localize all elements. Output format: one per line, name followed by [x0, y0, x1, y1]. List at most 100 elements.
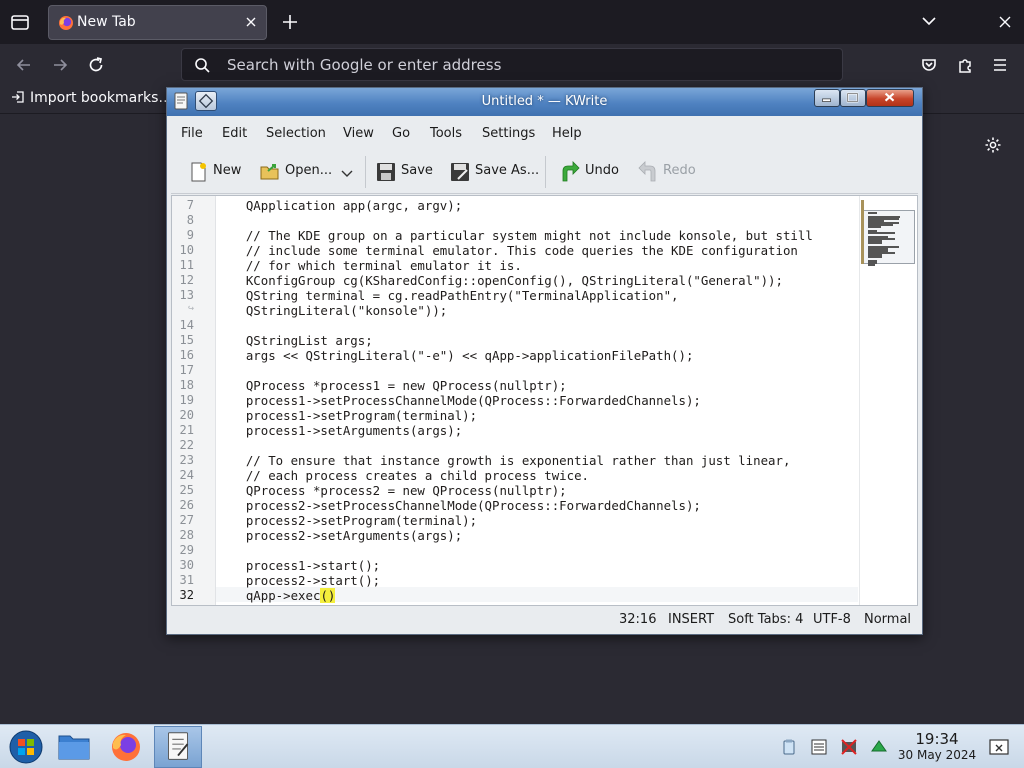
save-as-button[interactable]: Save As...: [449, 159, 539, 185]
current-code-line[interactable]: qApp->exec(): [216, 588, 336, 603]
menu-file[interactable]: File: [181, 126, 203, 141]
open-button[interactable]: Open...: [259, 159, 333, 185]
code-editor[interactable]: 7 8 9 10 11 12 13 ↪ 14 15 16 17 18 19 20 21 22 23 24 25 26 27…: [171, 195, 918, 606]
kwrite-icon: [168, 732, 189, 760]
code-line[interactable]: QStringList args;: [216, 333, 373, 348]
reload-icon[interactable]: [86, 55, 106, 75]
notes-tray-icon[interactable]: [810, 738, 828, 756]
toolbar-separator: [365, 156, 366, 188]
menu-selection[interactable]: Selection: [266, 126, 326, 141]
minimap-line: [868, 232, 895, 234]
clock-time[interactable]: 19:34: [898, 730, 976, 748]
indentation-setting[interactable]: Soft Tabs: 4: [728, 612, 803, 627]
clock-date[interactable]: 30 May 2024: [893, 748, 981, 762]
code-line[interactable]: // The KDE group on a particular system …: [216, 228, 813, 243]
show-desktop-icon[interactable]: [988, 736, 1010, 758]
code-line[interactable]: KConfigGroup cg(KSharedConfig::openConfi…: [216, 273, 783, 288]
code-line[interactable]: // each process creates a child process …: [216, 468, 589, 483]
list-all-tabs-chevron-icon[interactable]: [920, 14, 938, 28]
menu-settings[interactable]: Settings: [482, 126, 535, 141]
taskbar-kwrite[interactable]: [154, 726, 202, 768]
save-disk-icon: [377, 163, 395, 181]
updates-arrow-icon[interactable]: [870, 738, 888, 756]
undo-button[interactable]: Undo: [559, 159, 621, 185]
save-as-icon: [451, 163, 469, 181]
forward-arrow-icon[interactable]: [50, 55, 70, 75]
menu-edit[interactable]: Edit: [222, 126, 247, 141]
undo-arrow-icon: [562, 161, 580, 182]
status-bar: 32:16 INSERT Soft Tabs: 4 UTF-8 Normal: [171, 608, 918, 632]
code-line[interactable]: process2->setProcessChannelMode(QProcess…: [216, 498, 701, 513]
code-line[interactable]: QString terminal = cg.readPathEntry("Ter…: [216, 288, 679, 303]
tab-new-tab[interactable]: New Tab: [48, 5, 267, 40]
extensions-puzzle-icon[interactable]: [955, 55, 975, 75]
code-line[interactable]: process2->setArguments(args);: [216, 528, 462, 543]
code-line[interactable]: process1->start();: [216, 558, 380, 573]
minimap-scrollbar[interactable]: [859, 196, 917, 605]
new-tab-plus-icon[interactable]: [280, 12, 300, 32]
code-line[interactable]: QProcess *process1 = new QProcess(nullpt…: [216, 378, 567, 393]
gear-icon[interactable]: [984, 136, 1002, 154]
code-line[interactable]: // To ensure that instance growth is exp…: [216, 453, 791, 468]
minimize-button[interactable]: [814, 89, 840, 107]
tab-overview-icon[interactable]: [8, 10, 32, 34]
line-number: 31: [179, 573, 194, 587]
cursor-position[interactable]: 32:16: [619, 612, 656, 627]
minimap-line: [868, 242, 882, 244]
code-line[interactable]: process2->setProgram(terminal);: [216, 513, 477, 528]
clipboard-tray-icon[interactable]: [780, 738, 798, 756]
kwrite-title-bar[interactable]: Untitled * — KWrite: [167, 88, 922, 116]
toolbar-separator: [545, 156, 546, 188]
line-number: 11: [179, 258, 194, 272]
line-number: 28: [179, 528, 194, 542]
code-line[interactable]: args << QStringLiteral("-e") << qApp->ap…: [216, 348, 694, 363]
code-line[interactable]: QApplication app(argc, argv);: [216, 198, 462, 213]
menu-view[interactable]: View: [343, 126, 374, 141]
close-tab-icon[interactable]: [244, 15, 258, 29]
url-bar[interactable]: Search with Google or enter address: [181, 48, 843, 81]
save-button[interactable]: Save: [375, 159, 435, 185]
line-number: 26: [179, 498, 194, 512]
code-line[interactable]: process2->start();: [216, 573, 380, 588]
line-number: 25: [179, 483, 194, 497]
taskbar-file-manager[interactable]: [50, 726, 98, 768]
firefox-icon: [112, 733, 140, 761]
new-button[interactable]: New: [187, 159, 245, 185]
redo-button[interactable]: Redo: [637, 159, 699, 185]
menu-help[interactable]: Help: [552, 126, 582, 141]
code-line[interactable]: process1->setArguments(args);: [216, 423, 462, 438]
line-number: 9: [186, 228, 194, 242]
menu-go[interactable]: Go: [392, 126, 410, 141]
back-arrow-icon[interactable]: [14, 55, 34, 75]
close-window-button[interactable]: [866, 89, 914, 107]
input-mode[interactable]: INSERT: [668, 612, 714, 627]
line-number: 27: [179, 513, 194, 527]
syntax-mode[interactable]: Normal: [864, 612, 911, 627]
line-number: 17: [179, 363, 194, 377]
pocket-icon[interactable]: [919, 55, 939, 75]
line-number: ↪: [187, 303, 194, 314]
minimap-marker: [861, 200, 864, 264]
menu-bar: File Edit Selection View Go Tools Settin…: [171, 119, 918, 149]
code-line[interactable]: // for which terminal emulator it is.: [216, 258, 522, 273]
line-number: 23: [179, 453, 194, 467]
start-menu-orb-icon[interactable]: [8, 729, 44, 765]
line-number: 21: [179, 423, 194, 437]
import-bookmarks-link[interactable]: Import bookmarks…: [11, 90, 172, 106]
open-dropdown-chevron-icon[interactable]: [341, 170, 353, 178]
hamburger-menu-icon[interactable]: [990, 55, 1010, 75]
menu-tools[interactable]: Tools: [430, 126, 462, 141]
code-line[interactable]: QStringLiteral("konsole"));: [216, 303, 447, 318]
code-line[interactable]: process1->setProgram(terminal);: [216, 408, 477, 423]
encoding[interactable]: UTF-8: [813, 612, 851, 627]
maximize-button[interactable]: [840, 89, 866, 107]
taskbar-firefox[interactable]: [102, 726, 150, 768]
search-icon: [195, 58, 210, 73]
code-line[interactable]: // include some terminal emulator. This …: [216, 243, 798, 258]
line-number: 7: [186, 198, 194, 212]
firefox-icon: [59, 16, 73, 30]
window-close-icon[interactable]: [997, 14, 1013, 30]
code-line[interactable]: process1->setProcessChannelMode(QProcess…: [216, 393, 701, 408]
network-disconnected-icon[interactable]: [840, 738, 858, 756]
code-line[interactable]: QProcess *process2 = new QProcess(nullpt…: [216, 483, 567, 498]
